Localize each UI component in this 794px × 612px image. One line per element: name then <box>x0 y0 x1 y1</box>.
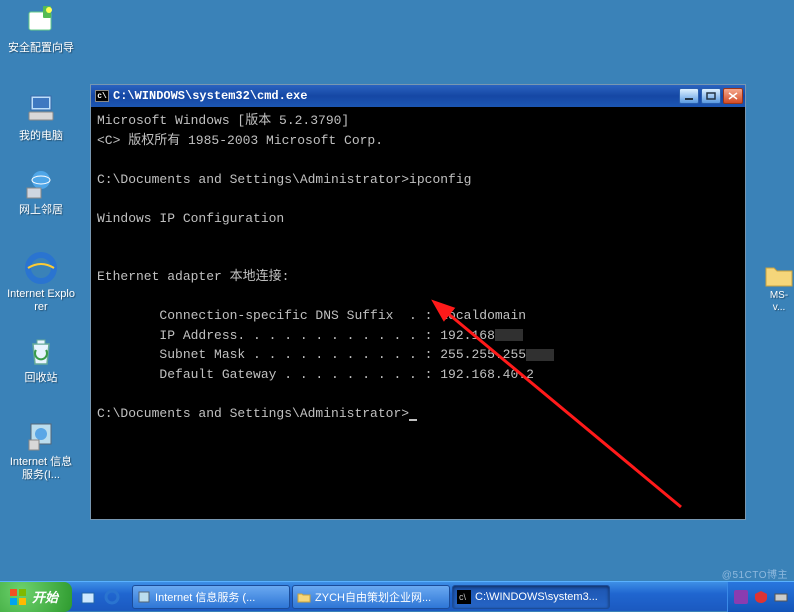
network-places-icon <box>23 166 59 202</box>
iis-icon <box>23 418 59 454</box>
folder-icon <box>764 262 794 288</box>
desktop-icon-ie[interactable]: Internet Explorer <box>6 250 76 314</box>
desktop-icon-label: 我的电脑 <box>6 130 76 143</box>
cmd-window[interactable]: c\ C:\WINDOWS\system32\cmd.exe Microsoft… <box>90 84 746 520</box>
tray-security-icon[interactable] <box>754 590 768 604</box>
quicklaunch-ie[interactable] <box>102 587 122 607</box>
desktop-icon-my-computer[interactable]: 我的电脑 <box>6 92 76 143</box>
wizard-icon <box>23 4 59 40</box>
ie-icon <box>23 250 59 286</box>
minimize-button[interactable] <box>679 88 699 104</box>
desktop-icon-network-places[interactable]: 网上邻居 <box>6 166 76 217</box>
task-button-cmd[interactable]: c\ C:\WINDOWS\system3... <box>452 585 610 609</box>
desktop-icon-label: Internet 信息服务(I... <box>6 456 76 482</box>
tray-keyboard-icon[interactable] <box>774 590 788 604</box>
desktop-icon-folder-ms[interactable]: MS-v... <box>764 262 794 314</box>
desktop-icon-label: 网上邻居 <box>6 204 76 217</box>
cmd-icon: c\ <box>457 590 471 604</box>
iis-icon <box>137 590 151 604</box>
tray-ime-icon[interactable] <box>734 590 748 604</box>
maximize-button[interactable] <box>701 88 721 104</box>
cmd-icon: c\ <box>95 90 109 102</box>
cmd-cursor <box>409 419 417 421</box>
redaction-box <box>526 349 554 361</box>
svg-text:c\: c\ <box>459 592 467 602</box>
folder-icon <box>297 590 311 604</box>
desktop-icon-security-wizard[interactable]: 安全配置向导 <box>6 4 76 55</box>
desktop-icon-iis[interactable]: Internet 信息服务(I... <box>6 418 76 482</box>
taskbar[interactable]: 开始 Internet 信息服务 (... ZYCH自由策划企业网... c\ … <box>0 581 794 611</box>
task-button-label: Internet 信息服务 (... <box>155 589 255 605</box>
taskbar-buttons: Internet 信息服务 (... ZYCH自由策划企业网... c\ C:\… <box>128 585 727 609</box>
desktop-icon-recycle-bin[interactable]: 回收站 <box>6 334 76 385</box>
task-button-label: ZYCH自由策划企业网... <box>315 589 431 605</box>
system-tray[interactable] <box>727 582 794 612</box>
cmd-output[interactable]: Microsoft Windows [版本 5.2.3790] <C> 版权所有… <box>91 107 745 519</box>
cmd-title: C:\WINDOWS\system32\cmd.exe <box>113 89 307 103</box>
desktop-icon-label: Internet Explorer <box>6 288 76 314</box>
start-button[interactable]: 开始 <box>0 582 72 612</box>
cmd-titlebar[interactable]: c\ C:\WINDOWS\system32\cmd.exe <box>91 85 745 107</box>
task-button-zych[interactable]: ZYCH自由策划企业网... <box>292 585 450 609</box>
watermark-text: @51CTO博主 <box>722 566 788 581</box>
quicklaunch-show-desktop[interactable] <box>78 587 98 607</box>
my-computer-icon <box>23 92 59 128</box>
redaction-box <box>495 329 523 341</box>
desktop-icon-label: MS-v... <box>764 290 794 314</box>
desktop-icon-label: 安全配置向导 <box>6 42 76 55</box>
task-button-iis[interactable]: Internet 信息服务 (... <box>132 585 290 609</box>
task-button-label: C:\WINDOWS\system3... <box>475 591 598 603</box>
start-label: 开始 <box>32 587 58 606</box>
desktop-icon-label: 回收站 <box>6 372 76 385</box>
close-button[interactable] <box>723 88 743 104</box>
quicklaunch-bar <box>72 587 128 607</box>
windows-logo-icon <box>10 589 26 605</box>
recycle-bin-icon <box>23 334 59 370</box>
